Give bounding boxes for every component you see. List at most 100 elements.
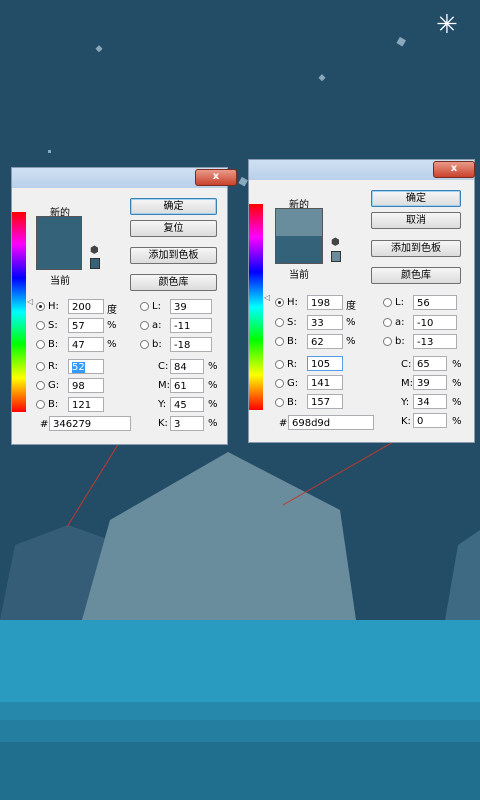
lab-b-input[interactable]: -13 [413,334,457,349]
g-radio[interactable] [275,379,284,388]
lab-b-label: b: [152,339,162,350]
new-color-swatch [37,217,81,243]
c-unit: % [208,361,218,372]
rgb-b-input[interactable]: 157 [307,394,343,409]
slider-triangle-icon: ◁ [264,293,271,302]
color-preview [275,208,323,264]
reset-button[interactable]: 复位 [130,220,217,237]
a-input[interactable]: -11 [170,318,212,333]
s-input[interactable]: 57 [68,318,104,333]
rgb-b-radio[interactable] [275,398,284,407]
m-label: M: [158,380,170,391]
color-library-button[interactable]: 颜色库 [371,267,461,284]
g-label: G: [48,380,60,391]
c-unit: % [452,359,462,370]
ok-button[interactable]: 确定 [130,198,217,215]
websafe-cube-icon[interactable]: ⬢ [90,246,99,256]
c-label: C: [401,359,412,370]
k-unit: % [208,418,218,429]
add-to-swatches-button[interactable]: 添加到色板 [130,247,217,264]
y-unit: % [208,399,218,410]
websafe-color-swatch[interactable] [90,258,100,269]
a-radio[interactable] [383,318,392,327]
water-bottom [0,742,480,800]
l-radio[interactable] [383,298,392,307]
rgb-b-label: B: [48,399,59,410]
b-input[interactable]: 47 [68,337,104,352]
m-input[interactable]: 39 [413,375,447,390]
s-radio[interactable] [36,321,45,330]
s-input[interactable]: 33 [307,315,343,330]
s-label: S: [287,317,297,328]
rgb-b-input[interactable]: 121 [68,397,104,412]
m-label: M: [401,378,413,389]
current-color-swatch[interactable] [276,236,322,263]
c-input[interactable]: 84 [170,359,204,374]
s-label: S: [48,320,58,331]
ok-button[interactable]: 确定 [371,190,461,207]
current-label: 当前 [289,270,309,281]
lab-b-label: b: [395,336,405,347]
cancel-button[interactable]: 取消 [371,212,461,229]
k-input[interactable]: 0 [413,413,447,428]
lab-b-input[interactable]: -18 [170,337,212,352]
l-radio[interactable] [140,302,149,311]
r-input[interactable]: 105 [307,356,343,371]
b-radio[interactable] [275,337,284,346]
l-input[interactable]: 56 [413,295,457,310]
close-button[interactable]: x [433,161,475,178]
m-input[interactable]: 61 [170,378,204,393]
m-unit: % [452,378,462,389]
l-input[interactable]: 39 [170,299,212,314]
y-input[interactable]: 45 [170,397,204,412]
r-input[interactable]: 52 [68,359,104,374]
water-mid [0,702,480,720]
g-input[interactable]: 141 [307,375,343,390]
y-unit: % [452,397,462,408]
k-input[interactable]: 3 [170,416,204,431]
r-label: R: [48,361,59,372]
snowflake-icon[interactable]: ✳ [436,10,458,40]
hex-label: # [40,419,49,430]
b-input[interactable]: 62 [307,334,343,349]
h-radio[interactable] [36,302,45,311]
current-color-swatch[interactable] [37,243,81,269]
g-radio[interactable] [36,381,45,390]
g-input[interactable]: 98 [68,378,104,393]
r-radio[interactable] [275,360,284,369]
a-radio[interactable] [140,321,149,330]
star [48,150,51,153]
hex-input[interactable]: 346279 [49,416,131,431]
hue-spectrum-slider[interactable] [12,212,26,412]
h-input[interactable]: 198 [307,295,343,310]
hue-spectrum-slider[interactable] [249,204,263,410]
current-label: 当前 [50,276,70,287]
s-unit: % [346,317,356,328]
h-unit: 度 [107,305,117,316]
h-input[interactable]: 200 [68,299,104,314]
add-to-swatches-button[interactable]: 添加到色板 [371,240,461,257]
rgb-b-radio[interactable] [36,400,45,409]
hex-label: # [279,418,288,429]
a-label: a: [152,320,162,331]
websafe-color-swatch[interactable] [331,251,341,262]
websafe-cube-icon[interactable]: ⬢ [331,238,340,248]
lab-b-radio[interactable] [383,337,392,346]
s-unit: % [107,320,117,331]
h-label: H: [48,301,59,312]
h-radio[interactable] [275,298,284,307]
c-input[interactable]: 65 [413,356,447,371]
r-radio[interactable] [36,362,45,371]
hex-input[interactable]: 698d9d [288,415,374,430]
b-radio[interactable] [36,340,45,349]
close-button[interactable]: x [195,169,237,186]
color-library-button[interactable]: 颜色库 [130,274,217,291]
lab-b-radio[interactable] [140,340,149,349]
y-input[interactable]: 34 [413,394,447,409]
a-label: a: [395,317,405,328]
a-input[interactable]: -10 [413,315,457,330]
color-picker-dialog-left: x 新的 当前 ⬢ 确定 复位 添加到色板 颜色库 ◁ H: 200 度 S: … [12,168,237,444]
rgb-b-label: B: [287,397,298,408]
h-unit: 度 [346,301,356,312]
s-radio[interactable] [275,318,284,327]
